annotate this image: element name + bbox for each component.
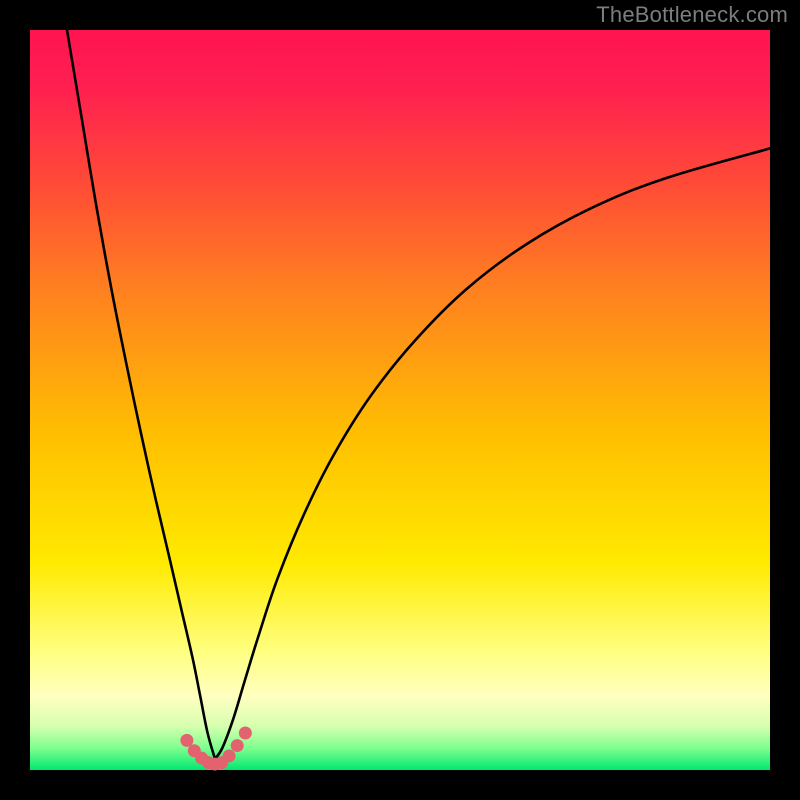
marker-point bbox=[223, 749, 236, 762]
chart-frame: TheBottleneck.com bbox=[0, 0, 800, 800]
marker-point bbox=[239, 727, 252, 740]
marker-point bbox=[231, 739, 244, 752]
bottleneck-chart bbox=[0, 0, 800, 800]
gradient-background bbox=[30, 30, 770, 770]
watermark-text: TheBottleneck.com bbox=[596, 2, 788, 28]
